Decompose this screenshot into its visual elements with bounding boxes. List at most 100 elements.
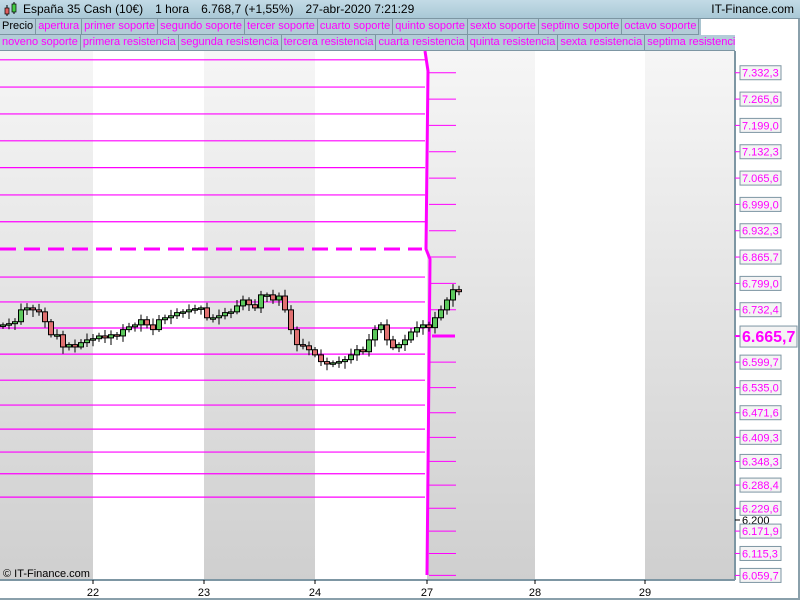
level-label: 6.115,3 (742, 548, 778, 560)
legend-item[interactable]: primera resistencia (80, 35, 179, 51)
plot-group: 7.4006.2007.332,37.265,67.199,07.132,37.… (0, 51, 800, 600)
candle (360, 349, 366, 353)
level-label: 6.471,6 (742, 408, 779, 420)
candle (318, 354, 324, 363)
price-change: 6.768,7 (+1,55%) (201, 2, 294, 16)
price-chart[interactable]: 7.4006.2007.332,37.265,67.199,07.132,37.… (0, 51, 800, 600)
candle (414, 327, 420, 333)
candle (216, 315, 222, 319)
legend-item[interactable]: noveno soporte (0, 35, 81, 51)
candle (210, 317, 216, 320)
candle (156, 319, 162, 331)
candle (168, 315, 174, 319)
legend-row-2: noveno soporte primera resistencia segunda… (0, 35, 735, 51)
day-band (645, 51, 735, 580)
candle (426, 324, 432, 329)
candle (12, 321, 18, 325)
site-name: IT-Finance.com (711, 2, 794, 16)
candle (240, 299, 246, 307)
legend-item[interactable]: segundo soporte (158, 19, 246, 35)
candle (372, 329, 378, 341)
candle (276, 295, 282, 301)
candle (198, 307, 204, 310)
level-label: 6.999,0 (742, 199, 779, 211)
candle (78, 342, 84, 348)
candle (450, 289, 456, 301)
candle (108, 334, 114, 339)
candle (90, 338, 96, 341)
candle (72, 344, 78, 348)
candle (306, 345, 312, 351)
level-label: 6.799,0 (742, 278, 779, 290)
level-label: 6.865,7 (742, 252, 779, 264)
level-label: 7.065,6 (742, 173, 779, 185)
candle (138, 319, 144, 326)
candle (114, 334, 120, 337)
candle (84, 339, 90, 344)
candle (456, 289, 462, 293)
candle (54, 334, 60, 337)
candle (312, 349, 318, 356)
candle (66, 344, 72, 348)
candle (162, 317, 168, 321)
legend-item[interactable]: primer soporte (82, 19, 159, 35)
legend-item[interactable]: Precio (0, 19, 37, 35)
candle (342, 359, 348, 363)
candle (324, 361, 330, 365)
legend-item[interactable]: quinto soporte (393, 19, 468, 35)
level-label: 6.229,6 (742, 503, 779, 515)
candle (378, 324, 384, 331)
legend-item[interactable]: sexto soporte (467, 19, 540, 35)
candle (354, 349, 360, 356)
candle (258, 294, 264, 309)
legend-item[interactable]: apertura (36, 19, 83, 35)
legend-item[interactable]: segunda resistencia (178, 35, 282, 51)
candle (18, 309, 24, 323)
candle (402, 339, 408, 346)
candle (444, 299, 450, 311)
legend-item[interactable]: sexta resistencia (558, 35, 646, 51)
candle (432, 317, 438, 329)
level-label: 6.059,7 (742, 570, 779, 582)
candle (126, 326, 132, 331)
legend-item[interactable]: quinta resistencia (467, 35, 559, 51)
legend-item[interactable]: cuarta resistencia (376, 35, 468, 51)
candle (300, 344, 306, 347)
x-tick-label: 29 (639, 587, 651, 599)
candle (30, 307, 36, 311)
candle (282, 295, 288, 311)
y-tick-label: 7.400 (742, 51, 770, 53)
candle (246, 299, 252, 306)
candle (222, 312, 228, 317)
candle (396, 344, 402, 349)
candle (150, 324, 156, 331)
candle (234, 305, 240, 313)
instrument-name: España 35 Cash (10€) (23, 2, 144, 16)
candle (366, 339, 372, 353)
candle (144, 319, 150, 326)
legend-item[interactable]: tercer soporte (245, 19, 318, 35)
candle (186, 309, 192, 313)
legend-item[interactable]: octavo soporte (622, 19, 700, 35)
copyright: © IT-Finance.com (3, 568, 90, 580)
candle (60, 334, 66, 348)
legend-item[interactable]: cuarto soporte (317, 19, 394, 35)
level-label: 7.265,6 (742, 94, 779, 106)
candlestick-logo-icon (4, 2, 17, 16)
current-price-label: 6.665,7 (742, 329, 795, 346)
candle (384, 324, 390, 341)
legend-item[interactable]: septima resistenci (645, 35, 735, 51)
candle (330, 362, 336, 365)
title-bar: España 35 Cash (10€) 1 hora 6.768,7 (+1,… (0, 0, 800, 19)
candle (204, 307, 210, 319)
candle (294, 329, 300, 346)
candle (348, 354, 354, 361)
candle (48, 321, 54, 336)
candle (102, 335, 108, 339)
candle (0, 324, 6, 327)
candle (42, 311, 48, 323)
candle (180, 311, 186, 314)
legend-item[interactable]: tercera resistencia (281, 35, 377, 51)
legend-item[interactable]: septimo soporte (539, 19, 623, 35)
candle (228, 311, 234, 314)
